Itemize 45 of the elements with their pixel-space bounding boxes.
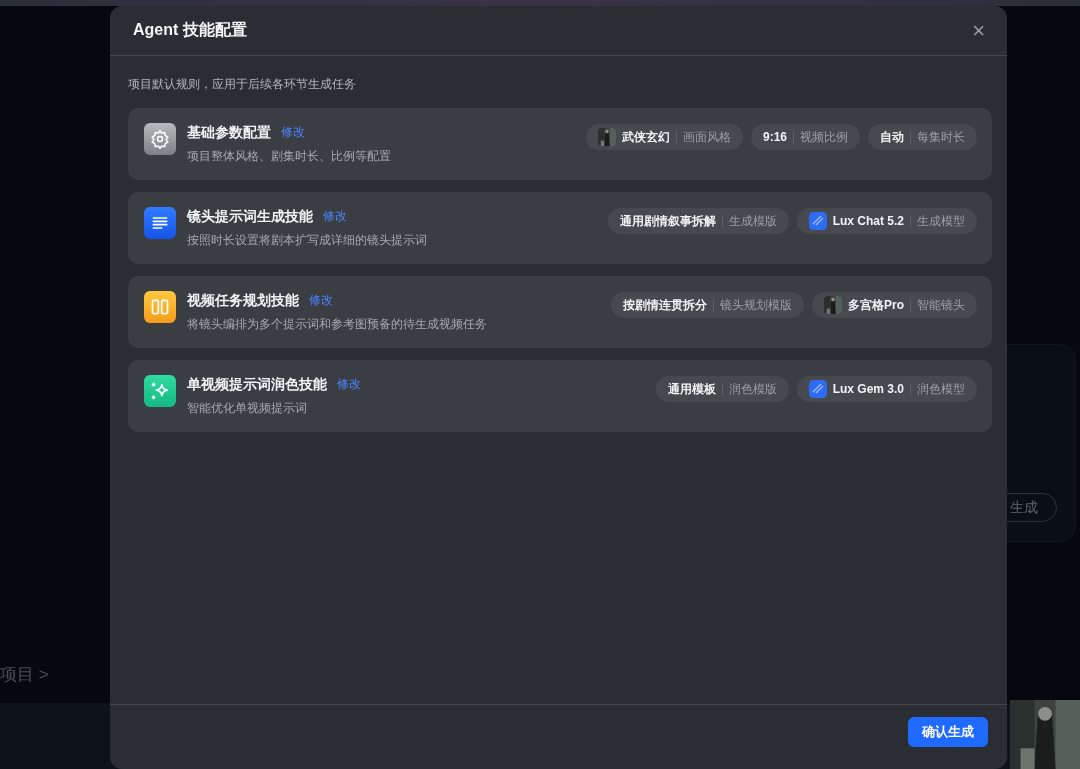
chip-label: 画面风格 [682, 128, 731, 146]
chip-label: 镜头规划模版 [720, 296, 792, 314]
chip-value: 按剧情连贯拆分 [623, 296, 707, 314]
skill-description: 按照时长设置将剧本扩写成详细的镜头提示词 [187, 231, 428, 249]
parameter-chip[interactable]: Lux Chat 5.2 生成模型 [796, 208, 977, 234]
parameter-chip[interactable]: 武侠玄幻 画面风格 [585, 124, 743, 150]
gear-icon [144, 123, 176, 155]
skill-title: 单视频提示词润色技能 [187, 375, 327, 394]
chip-value: Lux Chat 5.2 [832, 214, 904, 228]
chip-label: 润色模型 [917, 380, 965, 398]
chip-value: 多宫格Pro [848, 296, 904, 314]
skill-description: 智能优化单视频提示词 [187, 399, 308, 417]
text-lines-icon [144, 207, 176, 239]
sparkle-icon [144, 375, 176, 407]
chip-label: 智能镜头 [917, 296, 965, 314]
parameter-chip[interactable]: 自动 每集时长 [868, 124, 977, 150]
chip-label: 视频比例 [800, 128, 848, 146]
model-logo-icon [808, 380, 827, 398]
dialog-title: Agent 技能配置 [133, 20, 247, 40]
columns-icon [144, 291, 176, 323]
confirm-button[interactable]: 确认生成 [908, 717, 988, 747]
chip-value: 通用剧情叙事拆解 [619, 212, 716, 230]
skill-description: 将镜头编排为多个提示词和参考图预备的待生成视频任务 [187, 315, 488, 333]
skill-description: 项目整体风格、剧集时长、比例等配置 [187, 147, 392, 165]
parameter-chip[interactable]: Lux Gem 3.0 润色模型 [796, 376, 977, 402]
dialog-subtitle: 项目默认规则，应用于后续各环节生成任务 [128, 76, 357, 93]
chip-value: 9:16 [762, 130, 787, 144]
parameter-chip[interactable]: 通用剧情叙事拆解 生成模版 [607, 208, 789, 234]
parameter-chip[interactable]: 按剧情连贯拆分 镜头规划模版 [611, 292, 804, 318]
chip-value: 武侠玄幻 [621, 128, 670, 146]
chip-label: 每集时长 [917, 128, 965, 146]
chip-label: 润色模版 [728, 380, 777, 398]
chip-value: Lux Gem 3.0 [832, 382, 904, 396]
parameter-chip[interactable]: 通用模板 润色模版 [655, 376, 789, 402]
chip-value: 通用模板 [667, 380, 716, 398]
skill-title: 镜头提示词生成技能 [187, 207, 313, 226]
skill-title: 视频任务规划技能 [187, 291, 299, 310]
chip-label: 生成模版 [728, 212, 777, 230]
parameter-chip[interactable]: 多宫格Pro 智能镜头 [812, 292, 977, 318]
skill-title: 基础参数配置 [187, 123, 271, 142]
chip-value: 自动 [880, 128, 904, 146]
close-button[interactable]: × [968, 19, 989, 42]
parameter-chip[interactable]: 9:16 视频比例 [750, 124, 860, 150]
chip-label: 生成模型 [917, 212, 965, 230]
model-logo-icon [808, 212, 827, 230]
